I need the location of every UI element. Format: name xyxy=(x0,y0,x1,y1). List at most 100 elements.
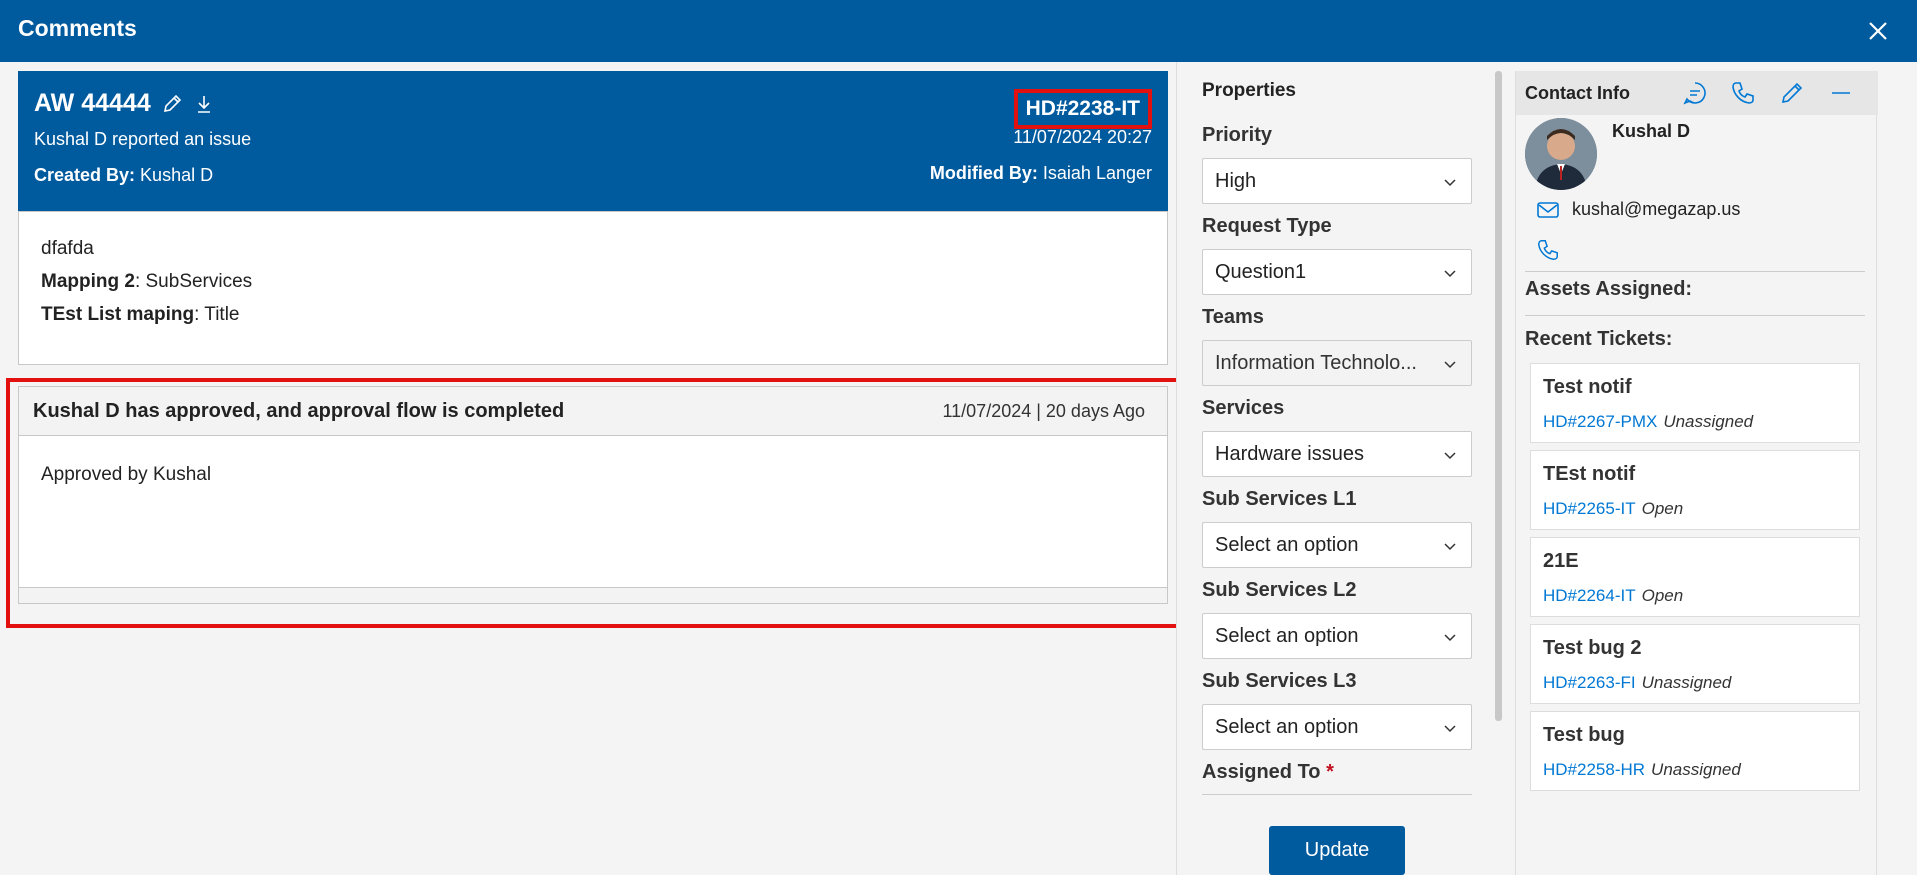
sub-services-l1-label: Sub Services L1 xyxy=(1202,488,1357,510)
approval-comment-highlight: Kushal D has approved, and approval flow… xyxy=(6,378,1182,628)
recent-ticket-id[interactable]: HD#2258-HR xyxy=(1543,760,1645,779)
approval-comment-header: Kushal D has approved, and approval flow… xyxy=(18,386,1168,436)
request-type-label: Request Type xyxy=(1202,215,1332,237)
modified-by: Modified By: Isaiah Langer xyxy=(930,163,1152,184)
teams-dropdown[interactable]: Information Technolo... xyxy=(1202,340,1472,386)
contact-header: Contact Info xyxy=(1516,71,1878,115)
recent-ticket-title: Test bug 2 xyxy=(1543,637,1642,659)
contact-email: kushal@megazap.us xyxy=(1572,199,1741,219)
assigned-to-text: Assigned To xyxy=(1202,761,1321,783)
recent-ticket-title: TEst notif xyxy=(1543,463,1636,485)
avatar-image xyxy=(1525,118,1597,190)
recent-ticket-status: Open xyxy=(1641,586,1684,605)
sub-services-l3-dropdown[interactable]: Select an option xyxy=(1202,704,1472,750)
recent-ticket-meta: HD#2265-IT Open xyxy=(1543,499,1683,519)
recent-ticket-title: Test notif xyxy=(1543,376,1632,398)
ticket-title-row: AW 44444 xyxy=(34,89,215,118)
recent-ticket-meta: HD#2263-FI Unassigned xyxy=(1543,673,1731,693)
close-icon[interactable] xyxy=(1863,16,1893,46)
priority-label: Priority xyxy=(1202,124,1273,146)
recent-ticket-meta: HD#2258-HR Unassigned xyxy=(1543,760,1741,780)
recent-ticket-card[interactable]: Test bug HD#2258-HR Unassigned xyxy=(1530,711,1860,791)
phone-icon[interactable] xyxy=(1536,237,1560,263)
services-label: Services xyxy=(1202,397,1285,419)
recent-ticket-title: Test bug xyxy=(1543,724,1625,746)
contact-name: Kushal D xyxy=(1612,121,1691,141)
assigned-to-field[interactable] xyxy=(1202,794,1472,795)
assigned-to-label: Assigned To * xyxy=(1202,761,1334,784)
teams-label: Teams xyxy=(1202,306,1264,328)
edit-icon[interactable] xyxy=(161,93,183,115)
ticket-title: AW 44444 xyxy=(34,89,151,117)
update-button[interactable]: Update xyxy=(1269,826,1405,875)
download-icon[interactable] xyxy=(193,93,215,115)
chevron-down-icon xyxy=(1444,179,1456,187)
recent-ticket-meta: HD#2264-IT Open xyxy=(1543,586,1683,606)
dialog-title: Comments xyxy=(18,15,137,41)
chevron-down-icon xyxy=(1444,270,1456,278)
properties-scrollbar[interactable] xyxy=(1495,71,1502,721)
recent-ticket-status: Unassigned xyxy=(1651,760,1741,779)
dropdown-value: Question1 xyxy=(1215,261,1307,283)
recent-ticket-status: Open xyxy=(1641,499,1684,518)
chat-icon[interactable] xyxy=(1682,80,1708,106)
sub-services-l2-label: Sub Services L2 xyxy=(1202,579,1357,601)
properties-heading: Properties xyxy=(1202,80,1296,101)
recent-ticket-card[interactable]: Test bug 2 HD#2263-FI Unassigned xyxy=(1530,624,1860,704)
created-by: Created By: Kushal D xyxy=(34,165,213,186)
request-type-dropdown[interactable]: Question1 xyxy=(1202,249,1472,295)
minimize-icon[interactable] xyxy=(1828,80,1854,106)
recent-ticket-id[interactable]: HD#2267-PMX xyxy=(1543,412,1657,431)
approval-date: 11/07/2024 | 20 days Ago xyxy=(942,401,1145,421)
phone-icon[interactable] xyxy=(1730,80,1756,106)
sub-services-l3-label: Sub Services L3 xyxy=(1202,670,1357,692)
dropdown-value: High xyxy=(1215,170,1257,192)
mail-icon xyxy=(1537,201,1559,218)
divider xyxy=(1525,271,1865,272)
description-field-mapping: Mapping 2: SubServices xyxy=(41,271,1145,293)
recent-ticket-id[interactable]: HD#2264-IT xyxy=(1543,586,1636,605)
recent-ticket-title: 21E xyxy=(1543,550,1579,572)
services-dropdown[interactable]: Hardware issues xyxy=(1202,431,1472,477)
sub-services-l1-dropdown[interactable]: Select an option xyxy=(1202,522,1472,568)
modified-by-value: Isaiah Langer xyxy=(1042,163,1152,183)
required-mark: * xyxy=(1326,761,1334,783)
recent-tickets-label: Recent Tickets: xyxy=(1525,328,1673,350)
chevron-down-icon xyxy=(1444,725,1456,733)
approval-comment-footer xyxy=(18,588,1168,604)
approval-title: Kushal D has approved, and approval flow… xyxy=(33,400,565,422)
assets-assigned-label: Assets Assigned: xyxy=(1525,278,1693,300)
recent-ticket-meta: HD#2267-PMX Unassigned xyxy=(1543,412,1753,432)
dialog-header: Comments xyxy=(0,0,1917,62)
dropdown-value: Select an option xyxy=(1215,625,1359,647)
chevron-down-icon xyxy=(1444,543,1456,551)
description-field-list-mapping: TEst List maping: Title xyxy=(41,304,1145,326)
recent-ticket-id[interactable]: HD#2263-FI xyxy=(1543,673,1636,692)
avatar xyxy=(1525,118,1597,190)
recent-ticket-status: Unassigned xyxy=(1641,673,1732,692)
ticket-date: 11/07/2024 20:27 xyxy=(1013,127,1152,147)
recent-ticket-status: Unassigned xyxy=(1663,412,1754,431)
ticket-subtitle: Kushal D reported an issue xyxy=(34,129,252,149)
priority-dropdown[interactable]: High xyxy=(1202,158,1472,204)
dropdown-value: Information Technolo... xyxy=(1215,352,1417,374)
ticket-description: dfafda Mapping 2: SubServices TEst List … xyxy=(18,211,1168,365)
contact-heading: Contact Info xyxy=(1525,83,1630,103)
chevron-down-icon xyxy=(1444,634,1456,642)
contact-panel: Contact Info Kushal D kushal@megazap.us … xyxy=(1515,71,1878,875)
ticket-header: AW 44444 Kushal D reported an issue Crea… xyxy=(18,71,1168,211)
dropdown-value: Hardware issues xyxy=(1215,443,1364,465)
edit-icon[interactable] xyxy=(1779,80,1805,106)
recent-ticket-card[interactable]: 21E HD#2264-IT Open xyxy=(1530,537,1860,617)
sub-services-l2-dropdown[interactable]: Select an option xyxy=(1202,613,1472,659)
ticket-id-badge: HD#2238-IT xyxy=(1013,89,1152,129)
recent-ticket-card[interactable]: Test notif HD#2267-PMX Unassigned xyxy=(1530,363,1860,443)
recent-ticket-id[interactable]: HD#2265-IT xyxy=(1543,499,1636,518)
modified-by-label: Modified By: xyxy=(929,163,1038,183)
dropdown-value: Select an option xyxy=(1215,716,1359,738)
recent-ticket-card[interactable]: TEst notif HD#2265-IT Open xyxy=(1530,450,1860,530)
properties-panel: Properties Priority High Request Type Qu… xyxy=(1176,62,1496,875)
email-row[interactable]: kushal@megazap.us xyxy=(1536,199,1740,220)
field-value: : SubServices xyxy=(134,271,253,292)
chevron-down-icon xyxy=(1444,361,1456,369)
